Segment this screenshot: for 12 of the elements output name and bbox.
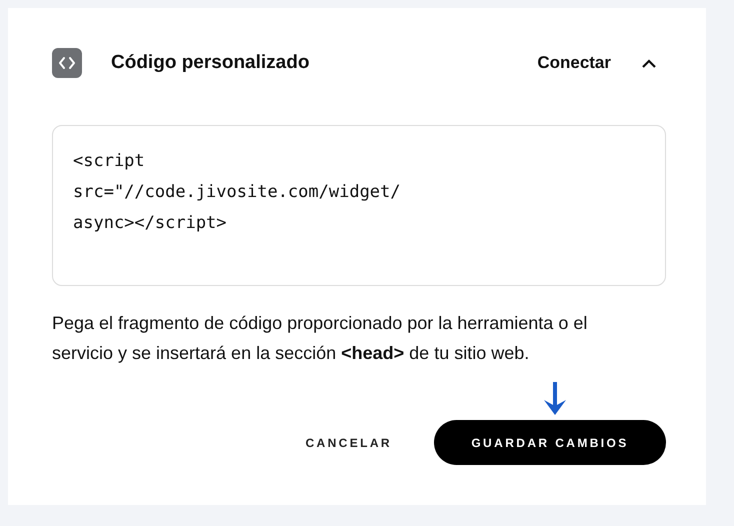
- description-text: Pega el fragmento de código proporcionado por la herramienta o el servicio y se insertará en la sección <head> de tu sitio web.: [52, 312, 588, 365]
- code-line: async></script>: [73, 212, 227, 235]
- section-title: Código personalizado: [111, 52, 310, 74]
- cancel-button[interactable]: CANCELAR: [305, 426, 392, 460]
- chevron-icon[interactable]: [642, 58, 656, 68]
- code-line: <script: [73, 150, 145, 173]
- code-icon: [52, 48, 82, 78]
- code-field[interactable]: <script src="//code.jivosite.com/widget/ async></script>: [52, 125, 666, 286]
- connect-link[interactable]: Conectar: [537, 53, 611, 73]
- down-arrow-icon: [543, 382, 567, 416]
- save-button[interactable]: GUARDAR CAMBIOS: [434, 420, 666, 465]
- code-line: src="//code.jivosite.com/widget/: [73, 181, 401, 204]
